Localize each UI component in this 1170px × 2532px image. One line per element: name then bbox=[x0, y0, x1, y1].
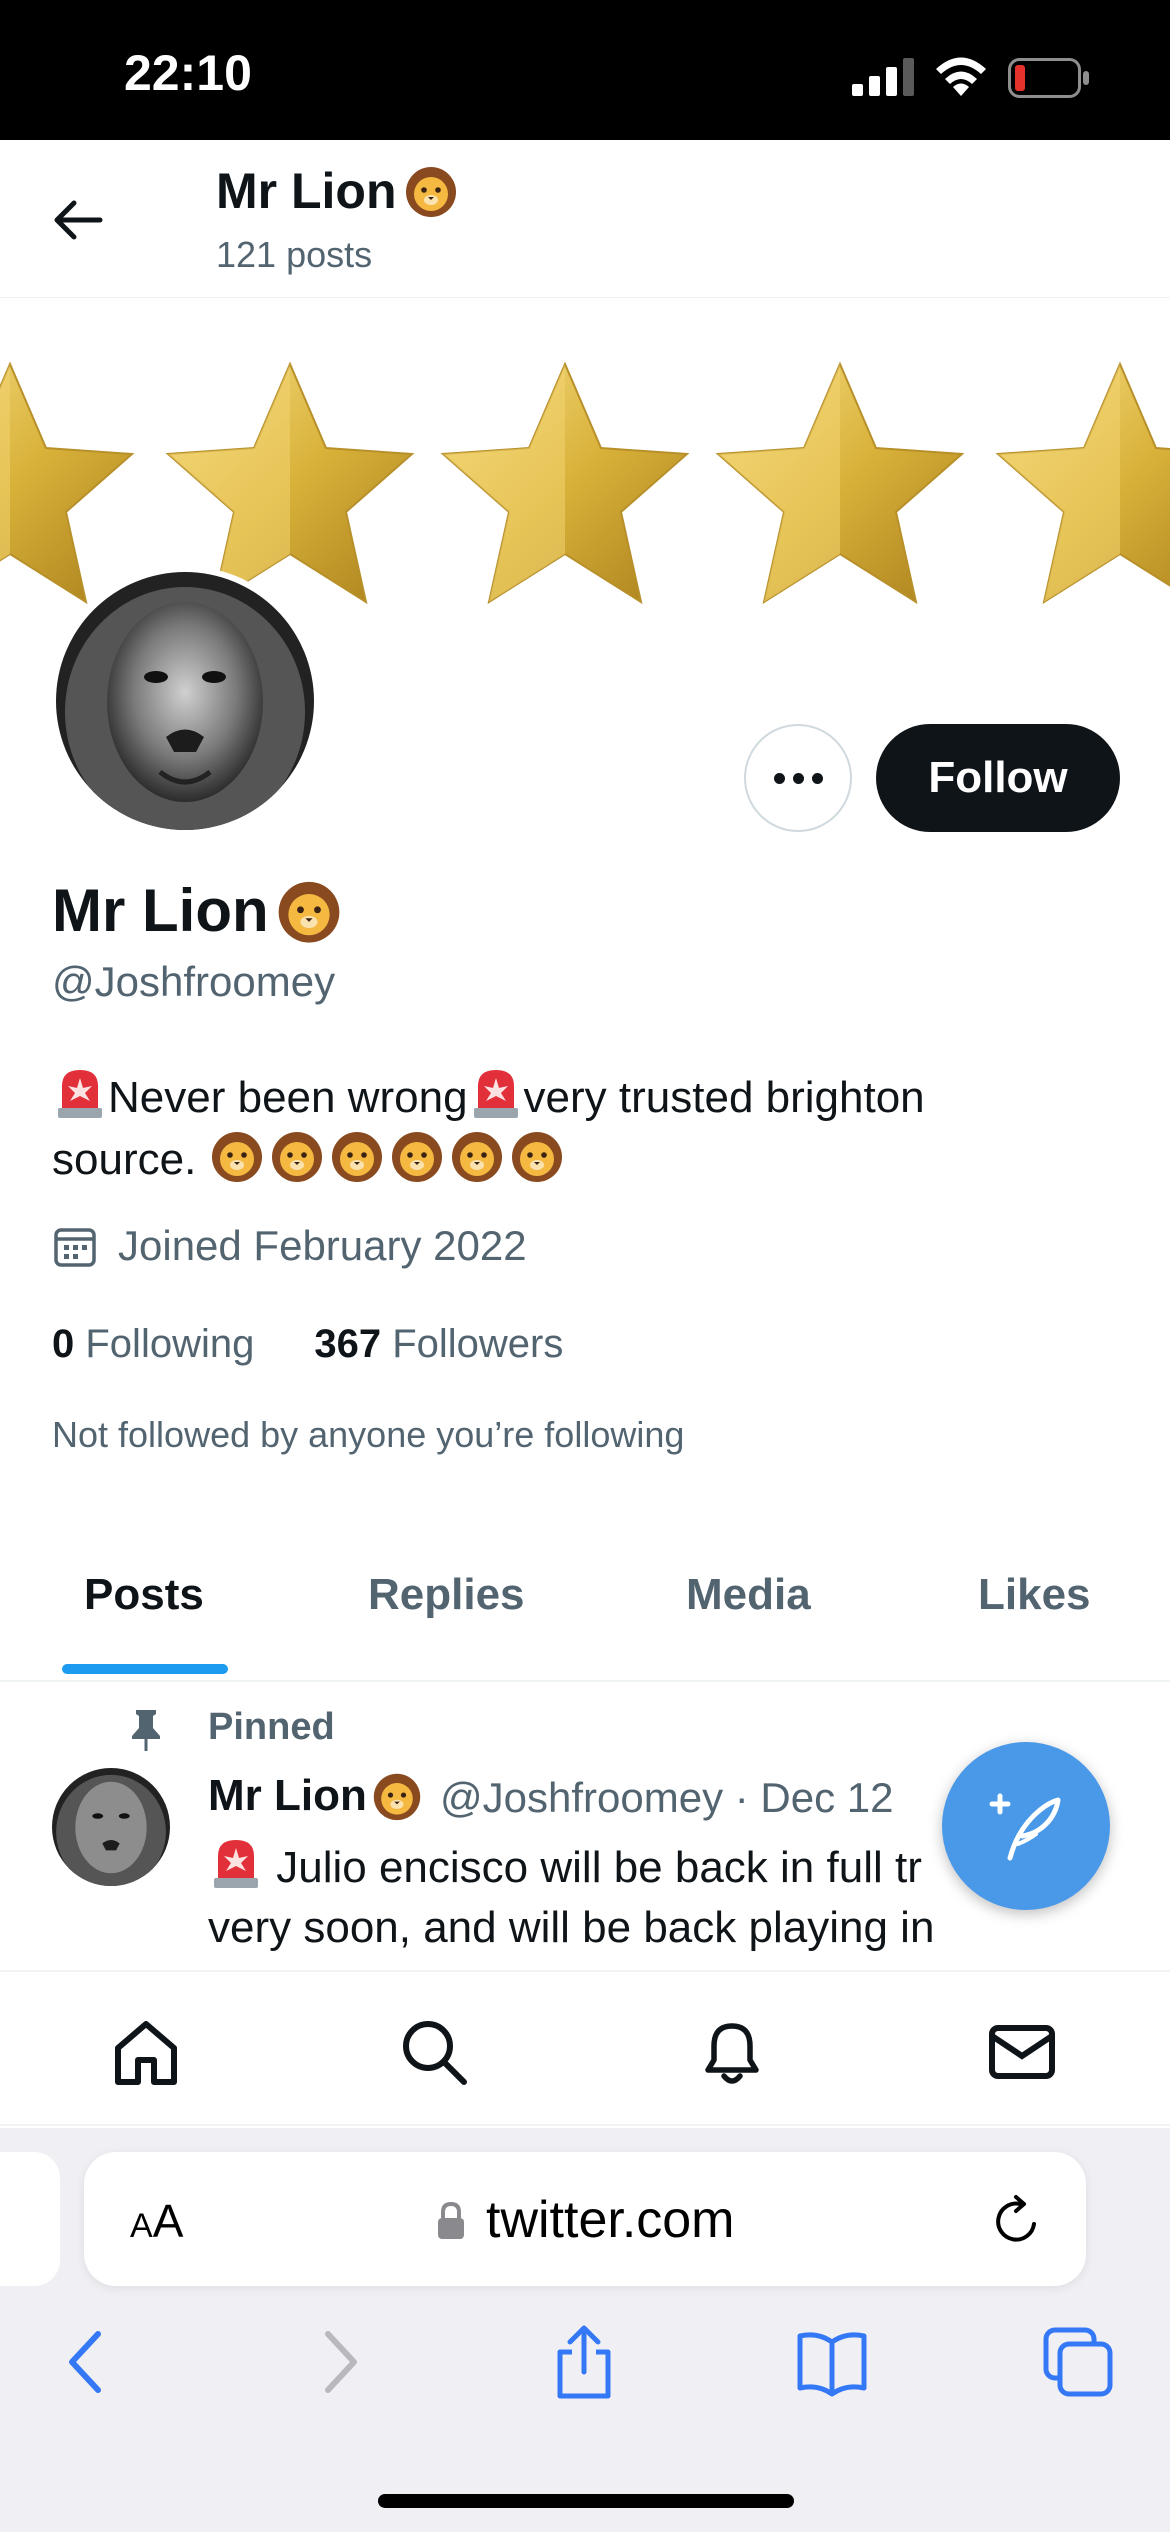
compose-feather-icon bbox=[989, 1793, 1061, 1861]
previous-tab-card[interactable] bbox=[0, 2152, 60, 2286]
followers-label: Followers bbox=[392, 1322, 564, 1366]
post-text-line-2: very soon, and will be back playing in bbox=[208, 1903, 935, 1952]
profile-handle: @Joshfroomey bbox=[52, 958, 336, 1005]
text-size-large: A bbox=[152, 2195, 184, 2247]
lion-avatar-image bbox=[52, 1768, 170, 1886]
more-horizontal-icon bbox=[773, 772, 785, 784]
gold-star-icon bbox=[997, 363, 1170, 603]
gold-star-icon bbox=[0, 363, 133, 603]
profile-tabs: Posts Replies Media Likes bbox=[0, 1540, 1170, 1682]
following-link[interactable]: 0 Following bbox=[52, 1322, 254, 1367]
pin-icon bbox=[132, 1710, 160, 1751]
police-siren-icon bbox=[214, 1840, 258, 1888]
wifi-icon bbox=[936, 57, 986, 96]
joined-text: Joined February 2022 bbox=[118, 1222, 527, 1269]
notifications-bell-icon[interactable] bbox=[696, 2016, 768, 2088]
profile-display-name: Mr Lion bbox=[52, 877, 269, 944]
lion-face-icon bbox=[278, 881, 339, 943]
tabs-icon[interactable] bbox=[1040, 2324, 1116, 2400]
tab-likes[interactable]: Likes bbox=[978, 1570, 1091, 1620]
more-options-button[interactable] bbox=[744, 724, 852, 832]
header-name: Mr Lion bbox=[216, 163, 397, 219]
pinned-label: Pinned bbox=[208, 1706, 335, 1748]
follow-button[interactable]: Follow bbox=[876, 724, 1120, 832]
post-avatar[interactable] bbox=[52, 1768, 170, 1886]
text-size-button[interactable]: AA bbox=[130, 2194, 183, 2248]
compose-post-button[interactable] bbox=[942, 1742, 1110, 1910]
lion-face-icon bbox=[405, 167, 456, 217]
bio-text-2: very trusted brighton bbox=[523, 1073, 925, 1122]
address-bar[interactable]: AA twitter.com bbox=[84, 2152, 1086, 2286]
arrow-left-icon[interactable] bbox=[52, 198, 104, 242]
url-domain: twitter.com bbox=[486, 2191, 735, 2249]
share-icon[interactable] bbox=[546, 2324, 622, 2400]
lion-face-icon bbox=[209, 1132, 269, 1184]
calendar-icon bbox=[54, 1228, 96, 1267]
followers-count: 367 bbox=[314, 1322, 382, 1366]
followers-link[interactable]: 367 Followers bbox=[314, 1322, 563, 1367]
lock-icon bbox=[438, 2202, 464, 2239]
home-indicator bbox=[378, 2494, 794, 2508]
reload-icon[interactable] bbox=[990, 2194, 1044, 2248]
police-siren-icon bbox=[58, 1070, 102, 1118]
text-size-small: A bbox=[130, 2207, 153, 2245]
header-post-count: 121 posts bbox=[216, 234, 373, 275]
post-author[interactable]: Mr Lion bbox=[208, 1770, 423, 1822]
following-label: Following bbox=[85, 1322, 255, 1366]
cellular-signal-icon bbox=[852, 58, 914, 96]
gold-star-icon bbox=[167, 363, 413, 603]
police-siren-icon bbox=[473, 1070, 518, 1118]
following-count: 0 bbox=[52, 1322, 75, 1366]
bookmarks-book-icon[interactable] bbox=[794, 2324, 870, 2400]
gold-star-icon bbox=[717, 363, 963, 603]
avatar[interactable] bbox=[50, 566, 320, 836]
back-chevron-icon[interactable] bbox=[50, 2324, 126, 2400]
forward-chevron-icon[interactable] bbox=[300, 2324, 376, 2400]
tab-replies[interactable]: Replies bbox=[368, 1570, 525, 1620]
gold-star-icon bbox=[442, 363, 688, 603]
lion-face-icon bbox=[269, 1132, 329, 1184]
browser-chrome: AA twitter.com bbox=[0, 2128, 1170, 2532]
post-author-name: Mr Lion bbox=[208, 1771, 367, 1820]
profile-name: Mr Lion bbox=[52, 876, 343, 945]
more-horizontal-icon-dot bbox=[811, 772, 823, 784]
not-followed-notice: Not followed by anyone you’re following bbox=[52, 1414, 685, 1455]
bottom-navigation bbox=[0, 1970, 1170, 2126]
search-icon[interactable] bbox=[398, 2016, 470, 2088]
lion-avatar-image bbox=[56, 572, 314, 830]
lion-face-icon bbox=[389, 1132, 449, 1184]
header-title: Mr Lion bbox=[216, 162, 459, 220]
lion-emoji-row bbox=[209, 1132, 569, 1184]
lion-face-icon bbox=[449, 1132, 509, 1184]
active-tab-indicator bbox=[62, 1664, 228, 1674]
joined-date: Joined February 2022 bbox=[52, 1222, 527, 1270]
profile-top-bar: Mr Lion 121 posts bbox=[0, 140, 1170, 298]
status-bar: 22:10 bbox=[0, 0, 1170, 140]
follow-stats: 0 Following 367 Followers bbox=[52, 1322, 563, 1367]
more-horizontal-icon-dot bbox=[792, 772, 804, 784]
profile-bio: Never been wrong very trusted brighton so… bbox=[52, 1064, 1112, 1190]
home-icon[interactable] bbox=[110, 2016, 182, 2088]
lion-face-icon bbox=[509, 1132, 569, 1184]
post-meta: @Joshfroomey · Dec 12 bbox=[440, 1774, 894, 1821]
post-text-line-1: Julio encisco will be back in full tr bbox=[276, 1843, 922, 1892]
lion-face-icon bbox=[373, 1773, 421, 1821]
battery-low-icon bbox=[1008, 58, 1089, 98]
tab-posts[interactable]: Posts bbox=[84, 1570, 204, 1620]
messages-mail-icon[interactable] bbox=[986, 2016, 1058, 2088]
tab-media[interactable]: Media bbox=[686, 1570, 811, 1620]
lion-face-icon bbox=[329, 1132, 389, 1184]
bio-text-3: source. bbox=[52, 1135, 197, 1184]
status-time: 22:10 bbox=[124, 45, 252, 101]
bio-text-1: Never been wrong bbox=[108, 1073, 468, 1122]
